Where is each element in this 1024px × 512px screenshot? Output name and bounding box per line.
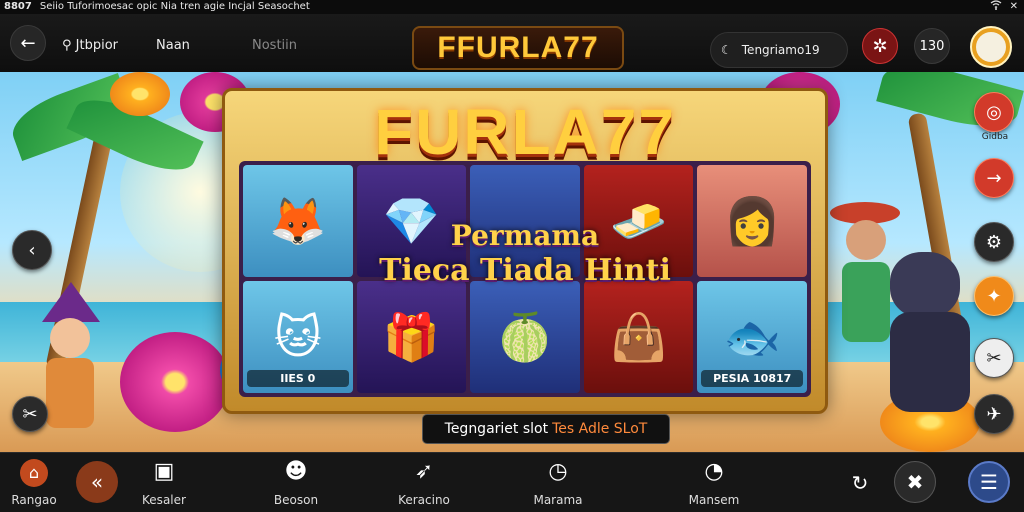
nav-mansem[interactable]: ◔ Mansem [674,457,754,507]
promo-line-1: Permama [450,219,600,252]
flower [110,72,170,116]
fish-icon: 🐟 [723,309,781,364]
promo-banner[interactable]: Tegngariet slot Tes Adle SLoT [422,414,670,444]
status-bar: 8807 Seiio Tuforimoesac opic Nia tren ag… [0,0,1024,14]
flower [120,332,230,432]
system-icons: ✕ [990,0,1018,15]
clock-icon: ◷ [548,459,568,484]
nav-item-naan[interactable]: Naan [156,38,190,53]
mute-button[interactable]: ✖ [894,461,936,503]
share-side-button[interactable]: ✂ [974,338,1014,378]
side-caption: Gidba [981,132,1009,142]
game-scene: FURLA77 🦊 💎 🧈 👩 🐱 IIES 0 🎁 🍈 👜 🐟 PESIA 1… [0,72,1024,452]
bottom-nav: ⌂ Rangao « ▣ Kesaler ☻ Beoson ➶ Keracino… [0,452,1024,512]
scissors-icon: ✂ [986,347,1002,369]
refresh-button[interactable]: ↻ [842,465,878,501]
gift-side-button[interactable]: ◎ [974,92,1014,132]
gift-icon: 🎁 [382,309,441,364]
back-button[interactable]: ← [10,25,46,61]
promo-line-2: Tieca Tiada Hinti [379,253,671,288]
plane-icon: ✈ [986,403,1002,425]
sparkle-icon: ✦ [986,285,1002,307]
wrench-icon: ✂ [22,403,38,425]
ribbon-icon: ◎ [986,101,1002,123]
user-icon: ☻ [284,459,308,484]
tools-side-button[interactable]: ✂ [12,396,48,432]
game-title: FURLA77 [373,96,677,168]
avatar[interactable] [970,26,1012,68]
double-chevron-left-icon: « [90,470,104,494]
reel-cell-lynx[interactable]: 🐱 IIES 0 [243,281,353,393]
nav-beoson[interactable]: ☻ Beoson [256,457,336,507]
status-ticker: Seiio Tuforimoesac opic Nia tren agie In… [39,1,310,12]
lynx-icon: 🐱 [273,310,322,364]
close-icon[interactable]: ✕ [1010,0,1018,15]
gear-icon: ⚙ [985,231,1003,253]
menu-icon: ☰ [980,470,998,494]
crossed-tools-icon: ✲ [872,35,888,57]
arrow-left-icon: ← [20,32,36,54]
bonus-side-button[interactable]: ✦ [974,276,1014,316]
menu-button[interactable]: ☰ [968,461,1010,503]
bird-icon: ➶ [414,459,434,484]
speaker-icon: ✖ [906,470,924,494]
back-nav-button[interactable]: « [76,461,118,503]
cell-caption-right: PESIA 10817 [701,370,803,387]
refresh-icon: ↻ [851,471,869,495]
tools-button[interactable]: ✲ [862,28,898,64]
nav-item-jtbpior[interactable]: ⚲ Jtbpior [62,38,118,53]
avatar-icon [976,32,1006,62]
slot-machine-frame: FURLA77 🦊 💎 🧈 👩 🐱 IIES 0 🎁 🍈 👜 🐟 PESIA 1… [222,88,828,414]
home-icon: ⌂ [0,457,74,487]
nav-kesaler[interactable]: ▣ Kesaler [124,457,204,507]
bag-icon: 👜 [609,309,668,364]
reel-cell-gift[interactable]: 🎁 [356,281,467,393]
wifi-icon [990,0,1002,15]
cell-caption-left: IIES 0 [247,370,349,387]
nav-item-nostiin[interactable]: Nostiin [252,38,297,53]
next-side-button[interactable]: → [974,158,1014,198]
nav-home[interactable]: ⌂ Rangao [0,457,74,507]
reel-cell-fruit[interactable]: 🍈 [470,281,580,393]
level-badge[interactable]: 130 [914,28,950,64]
top-bar: ← ⚲ Jtbpior Naan Nostiin FFURLA77 ☾ Teng… [0,14,1024,72]
prev-button[interactable]: ‹ [12,230,52,270]
fruit-icon: 🍈 [496,309,554,364]
nav-marama[interactable]: ◷ Marama [518,457,598,507]
account-pill[interactable]: ☾ Tengriamo19 [710,32,848,68]
arrow-right-icon: → [986,167,1002,189]
character-cat [870,252,980,422]
search-icon: ⚲ [62,38,72,53]
reel-cell-bag[interactable]: 👜 [583,281,694,393]
app-logo: FFURLA77 [412,26,624,70]
moon-icon: ☾ [721,43,732,57]
gauge-icon: ◔ [704,459,724,484]
status-time: 8807 [4,1,32,12]
flight-side-button[interactable]: ✈ [974,394,1014,434]
settings-side-button[interactable]: ⚙ [974,222,1014,262]
chevron-left-icon: ‹ [28,239,36,261]
nav-keracino[interactable]: ➶ Keracino [384,457,464,507]
frame-icon: ▣ [153,459,175,484]
reel-cell-fish[interactable]: 🐟 PESIA 10817 [697,281,807,393]
